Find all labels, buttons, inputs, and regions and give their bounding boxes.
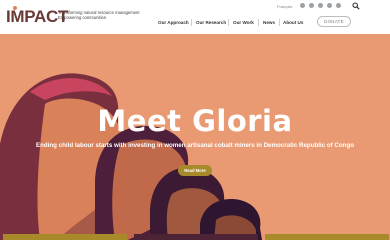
nav-news[interactable]: News: [263, 20, 275, 25]
nav-our-approach[interactable]: Our Approach: [158, 20, 189, 25]
linkedin-icon[interactable]: [327, 3, 332, 8]
section-tab-bar: [134, 234, 258, 240]
hero-subtitle: Ending child labour starts with investin…: [35, 142, 354, 149]
donate-button[interactable]: DONATE: [317, 16, 351, 27]
section-tab-bar: [3, 234, 127, 240]
read-more-button[interactable]: Read More: [178, 165, 212, 176]
facebook-icon[interactable]: [300, 3, 305, 8]
nav-divider: [228, 19, 229, 26]
instagram-icon[interactable]: [318, 3, 323, 8]
nav-our-work[interactable]: Our Work: [233, 20, 254, 25]
nav-divider: [258, 19, 259, 26]
site-header: IMPACT Transforming natural resource man…: [0, 0, 390, 34]
nav-divider: [279, 19, 280, 26]
nav-divider: [191, 19, 192, 26]
youtube-icon[interactable]: [336, 3, 341, 8]
search-icon[interactable]: [352, 2, 360, 10]
nav-about-us[interactable]: About Us: [283, 20, 303, 25]
logo-tagline: Transforming natural resource management…: [58, 10, 153, 20]
section-tab-bar: [265, 234, 389, 240]
language-switch-link[interactable]: Français: [277, 4, 292, 9]
twitter-icon[interactable]: [309, 3, 314, 8]
logo-dot: [13, 6, 17, 10]
hero-banner: Meet Gloria Ending child labour starts w…: [0, 34, 390, 240]
hero-title: Meet Gloria: [97, 104, 293, 138]
logo-tagline-line2: Empowering communities: [58, 15, 106, 20]
nav-our-research[interactable]: Our Research: [196, 20, 226, 25]
